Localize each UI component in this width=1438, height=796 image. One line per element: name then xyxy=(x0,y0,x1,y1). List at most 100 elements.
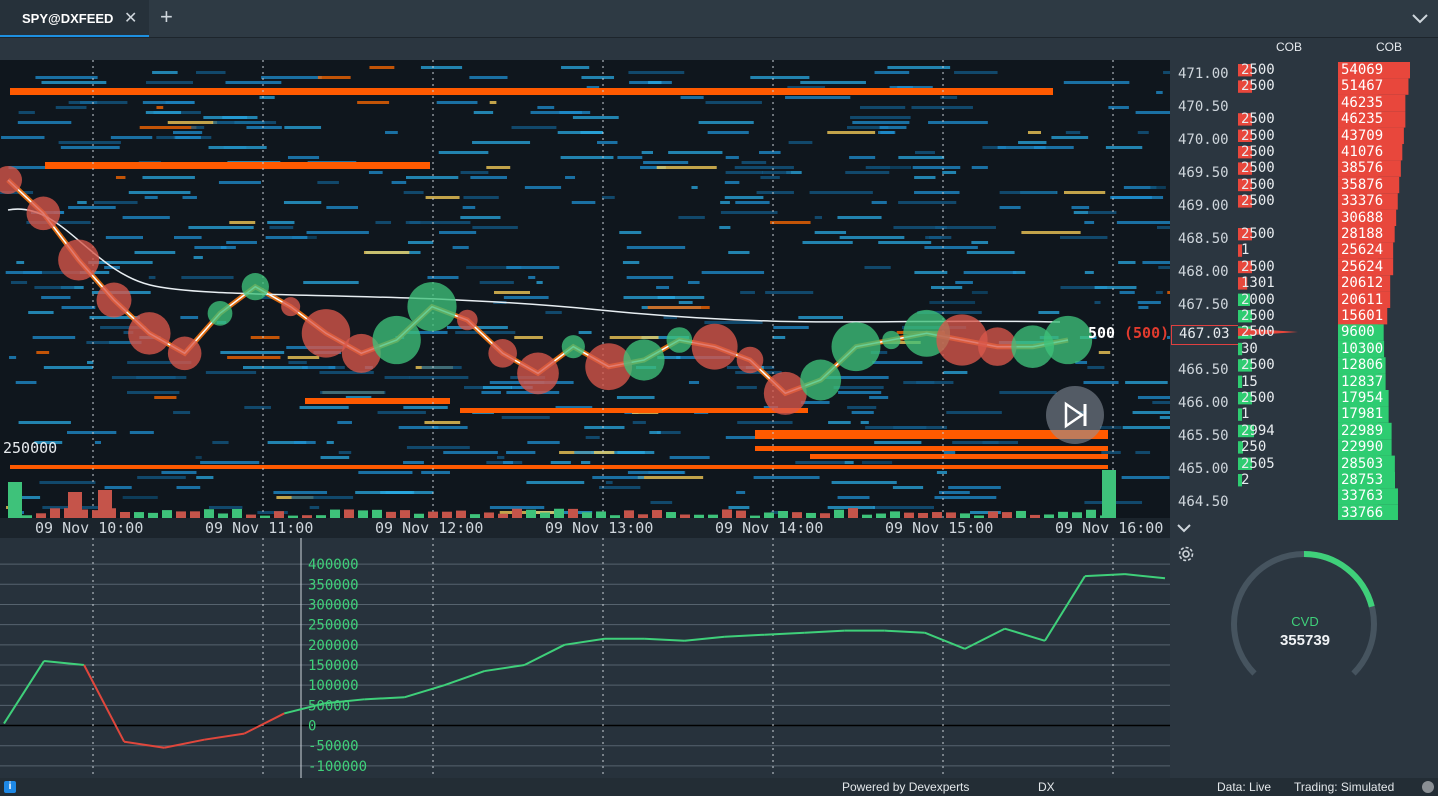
info-icon[interactable]: i xyxy=(4,781,16,793)
plus-icon[interactable]: + xyxy=(160,4,173,30)
liquidity-band xyxy=(45,162,430,169)
liquidity-streak xyxy=(405,221,471,224)
liquidity-streak xyxy=(887,66,951,69)
cob-column-right[interactable]: 54069 51467 46235 46235 43709 41076 38576 35876… xyxy=(1338,60,1438,522)
liquidity-streak xyxy=(851,411,874,414)
liquidity-streak xyxy=(357,101,390,104)
cvd-segment xyxy=(644,637,685,642)
liquidity-streak xyxy=(943,451,956,454)
liquidity-streak xyxy=(1111,196,1164,199)
liquidity-streak xyxy=(1135,451,1151,454)
tab-spy[interactable]: SPY@DXFEED ✕ xyxy=(0,0,149,37)
powered-by: Powered by Devexperts xyxy=(842,780,970,794)
liquidity-streak xyxy=(294,441,316,444)
close-icon[interactable]: ✕ xyxy=(124,8,137,28)
liquidity-streak xyxy=(470,176,507,179)
liquidity-streak xyxy=(167,121,218,124)
liquidity-streak xyxy=(648,81,662,84)
liquidity-streak xyxy=(1021,231,1081,234)
cob-level-size: 2994 xyxy=(1241,422,1275,439)
liquidity-streak xyxy=(473,111,494,114)
volume-bar xyxy=(848,508,858,518)
liquidity-band xyxy=(10,88,1053,95)
cvd-segment xyxy=(1084,573,1126,578)
liquidity-streak xyxy=(1027,131,1042,134)
liquidity-streak xyxy=(656,166,717,169)
cvd-chart[interactable]: 400000 350000 300000 250000 200000 150000 1000… xyxy=(0,538,1170,778)
liquidity-streak xyxy=(1121,476,1170,479)
liquidity-streak xyxy=(1122,426,1182,429)
cvd-axis-label: -100000 xyxy=(308,759,367,775)
cvd-segment xyxy=(764,631,805,636)
time-label: 09 Nov 10:00 xyxy=(35,519,144,537)
liquidity-streak xyxy=(649,431,661,434)
vwap-line xyxy=(7,208,1061,323)
liquidity-streak xyxy=(759,151,781,154)
liquidity-streak xyxy=(425,196,460,199)
volume-bar xyxy=(1102,470,1116,518)
liquidity-streak xyxy=(725,156,739,159)
cob-cumulative-size: 46235 xyxy=(1341,111,1384,128)
chevron-down-icon[interactable] xyxy=(1172,520,1196,538)
cob-level-size: 2500 xyxy=(1241,324,1275,341)
cob-cumulative-size: 41076 xyxy=(1341,144,1384,160)
liquidity-streak xyxy=(18,111,35,114)
liquidity-streak xyxy=(142,101,195,104)
liquidity-streak xyxy=(1094,286,1137,289)
price-axis[interactable]: 471.00 470.50 470.00 469.50 469.00 468.5… xyxy=(1170,60,1238,520)
time-axis[interactable]: 09 Nov 10:00 09 Nov 11:00 09 Nov 12:00 0… xyxy=(0,518,1170,538)
liquidity-streak xyxy=(720,211,778,214)
liquidity-streak xyxy=(772,336,786,339)
price-label: 469.50 xyxy=(1178,165,1229,181)
liquidity-streak xyxy=(503,461,514,464)
price-label: 466.00 xyxy=(1178,395,1229,411)
liquidity-streak xyxy=(173,411,191,414)
volume-bar xyxy=(98,490,112,518)
liquidity-streak xyxy=(193,256,203,259)
cob-column-left[interactable]: 2500 2500 2500 2500 2500 2500 2500 2500 2500 1 250… xyxy=(1238,60,1338,520)
liquidity-streak xyxy=(1135,111,1186,114)
liquidity-streak xyxy=(560,156,614,159)
liquidity-streak xyxy=(954,71,998,74)
liquidity-streak xyxy=(181,276,234,279)
play-button[interactable] xyxy=(1046,386,1104,444)
liquidity-streak xyxy=(115,176,126,179)
cob-cumulative-size: 43709 xyxy=(1341,127,1384,144)
liquidity-streak xyxy=(850,116,911,119)
cob-cumulative-size: 22989 xyxy=(1341,422,1384,439)
liquidity-streak xyxy=(105,236,144,239)
cob-cumulative-size: 51467 xyxy=(1341,78,1384,95)
volume-bar xyxy=(204,509,214,518)
liquidity-streak xyxy=(795,461,845,464)
liquidity-streak xyxy=(375,221,392,224)
liquidity-streak xyxy=(753,476,820,479)
liquidity-streak xyxy=(506,266,560,269)
liquidity-streak xyxy=(581,461,591,464)
heatmap-chart[interactable] xyxy=(0,60,1211,520)
cob-header-right: COB xyxy=(1376,40,1403,54)
cvd-segment xyxy=(83,664,125,743)
liquidity-streak xyxy=(1071,206,1090,209)
liquidity-streak xyxy=(142,176,195,179)
liquidity-streak xyxy=(898,201,957,204)
cob-level-size: 2500 xyxy=(1241,226,1275,242)
liquidity-streak xyxy=(833,386,884,389)
liquidity-streak xyxy=(104,486,132,489)
liquidity-band xyxy=(755,446,1108,451)
cob-cumulative-size: 9600 xyxy=(1341,324,1375,341)
liquidity-streak xyxy=(971,241,989,244)
chevron-down-icon[interactable] xyxy=(1408,6,1432,30)
liquidity-streak xyxy=(482,386,513,389)
volume-bar xyxy=(330,509,340,518)
liquidity-streak xyxy=(1038,311,1060,314)
volume-bar xyxy=(568,508,578,518)
gear-icon[interactable] xyxy=(1176,544,1196,564)
trade-bubble xyxy=(58,239,100,281)
liquidity-streak xyxy=(1084,271,1094,274)
liquidity-streak xyxy=(963,271,1017,274)
trading-status: Trading: Simulated xyxy=(1294,780,1395,794)
liquidity-streak xyxy=(16,261,25,264)
liquidity-streak xyxy=(122,216,170,219)
liquidity-streak xyxy=(939,491,970,494)
liquidity-streak xyxy=(580,131,603,134)
